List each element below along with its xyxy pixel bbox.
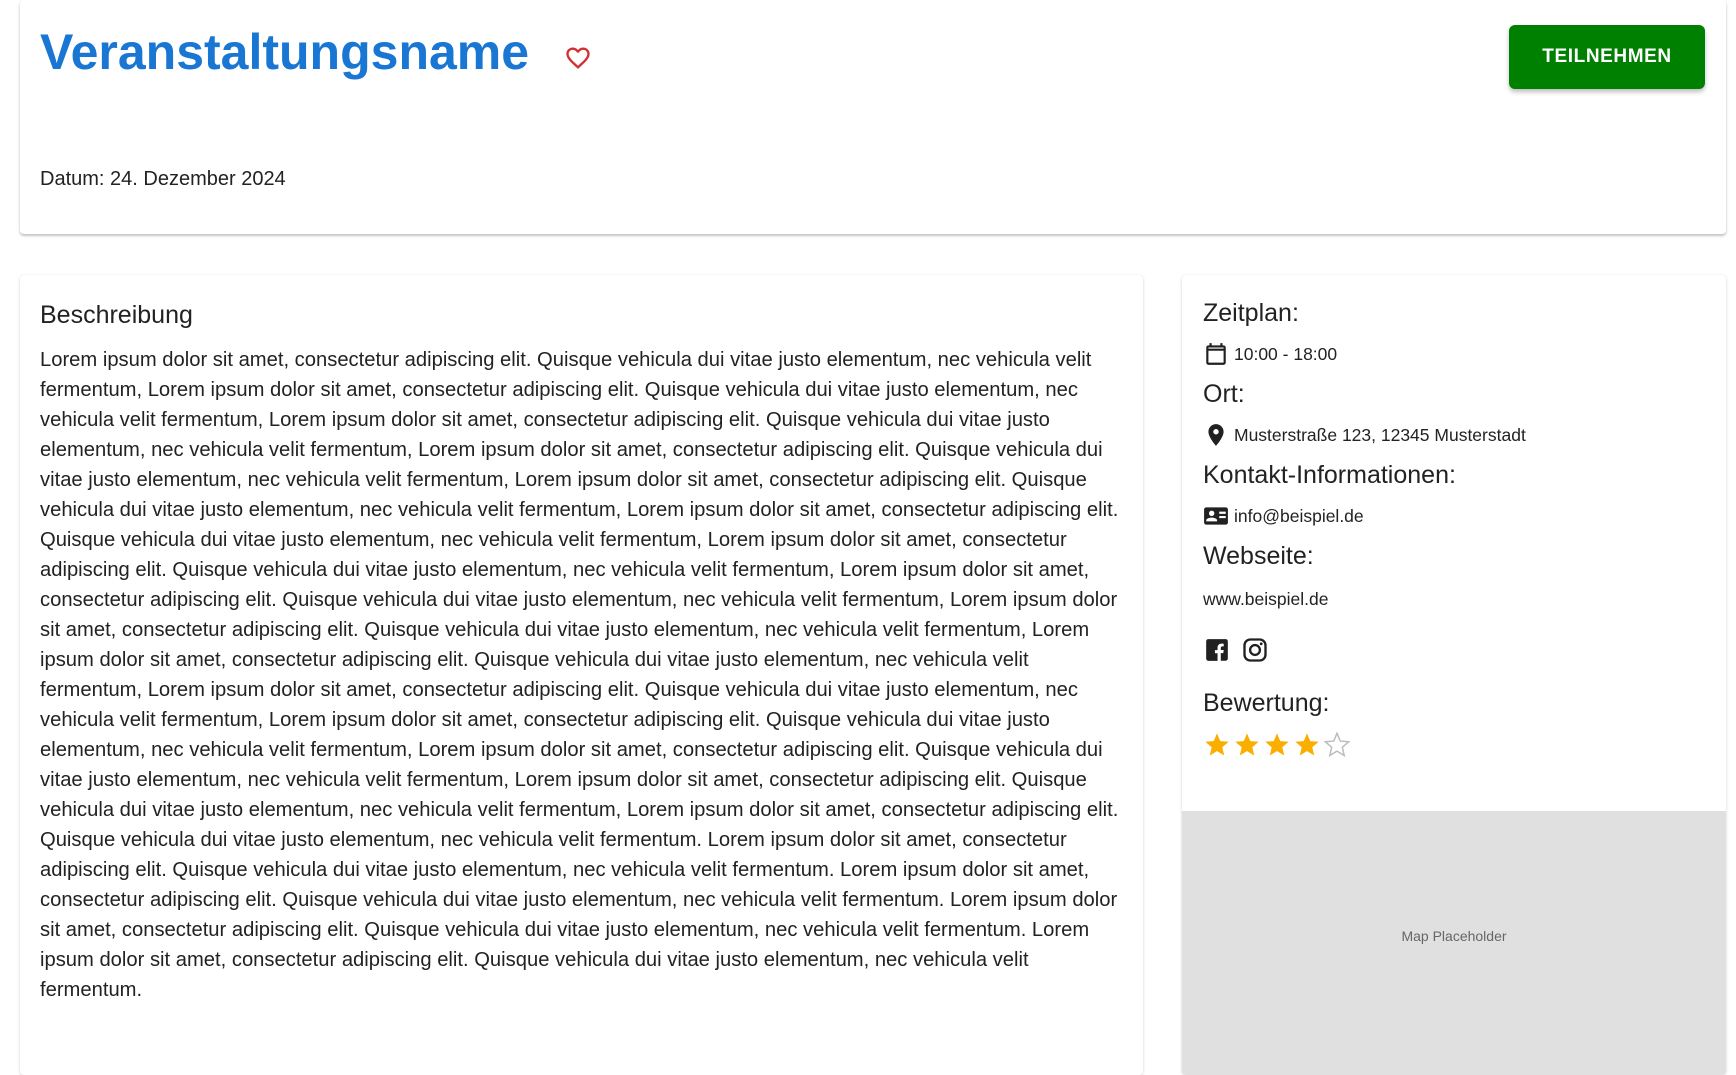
join-button[interactable]: TEILNEHMEN bbox=[1509, 25, 1705, 89]
instagram-icon[interactable] bbox=[1240, 635, 1270, 665]
contact-value[interactable]: info@beispiel.de bbox=[1234, 506, 1364, 527]
star-filled-icon[interactable] bbox=[1232, 730, 1262, 760]
location-heading: Ort: bbox=[1203, 380, 1245, 408]
favorite-button[interactable] bbox=[558, 38, 598, 78]
star-empty-icon[interactable] bbox=[1322, 730, 1352, 760]
star-filled-icon[interactable] bbox=[1262, 730, 1292, 760]
description-heading: Beschreibung bbox=[40, 301, 193, 329]
map-placeholder[interactable]: Map Placeholder bbox=[1182, 811, 1726, 1075]
location-value: Musterstraße 123, 12345 Musterstadt bbox=[1234, 424, 1526, 445]
star-filled-icon[interactable] bbox=[1292, 730, 1322, 760]
description-text: Lorem ipsum dolor sit amet, consectetur … bbox=[40, 349, 1119, 1001]
schedule-value: 10:00 - 18:00 bbox=[1234, 343, 1338, 364]
map-label: Map Placeholder bbox=[1401, 928, 1507, 944]
rating-heading: Bewertung: bbox=[1203, 689, 1330, 717]
calendar-icon bbox=[1203, 341, 1229, 367]
location-row: Musterstraße 123, 12345 Musterstadt bbox=[1203, 422, 1526, 448]
info-card: Zeitplan: 10:00 - 18:00 Ort: Musterstraß… bbox=[1182, 275, 1726, 1075]
event-title: Veranstaltungsname bbox=[40, 24, 530, 80]
contact-row: info@beispiel.de bbox=[1203, 503, 1364, 529]
heart-outline-icon bbox=[566, 47, 590, 69]
website-heading: Webseite: bbox=[1203, 542, 1314, 570]
description-card: Beschreibung Lorem ipsum dolor sit amet,… bbox=[20, 275, 1143, 1075]
star-filled-icon[interactable] bbox=[1202, 730, 1232, 760]
facebook-icon[interactable] bbox=[1202, 635, 1232, 665]
schedule-row: 10:00 - 18:00 bbox=[1203, 341, 1337, 367]
event-date: Datum: 24. Dezember 2024 bbox=[40, 168, 286, 190]
event-header-card: Veranstaltungsname TEILNEHMEN Datum: 24.… bbox=[20, 0, 1726, 234]
rating-stars[interactable] bbox=[1202, 730, 1352, 760]
contact-card-icon bbox=[1203, 503, 1229, 529]
schedule-heading: Zeitplan: bbox=[1203, 299, 1299, 327]
map-pin-icon bbox=[1203, 422, 1229, 448]
website-link[interactable]: www.beispiel.de bbox=[1203, 589, 1328, 610]
contact-heading: Kontakt-Informationen: bbox=[1203, 461, 1456, 489]
